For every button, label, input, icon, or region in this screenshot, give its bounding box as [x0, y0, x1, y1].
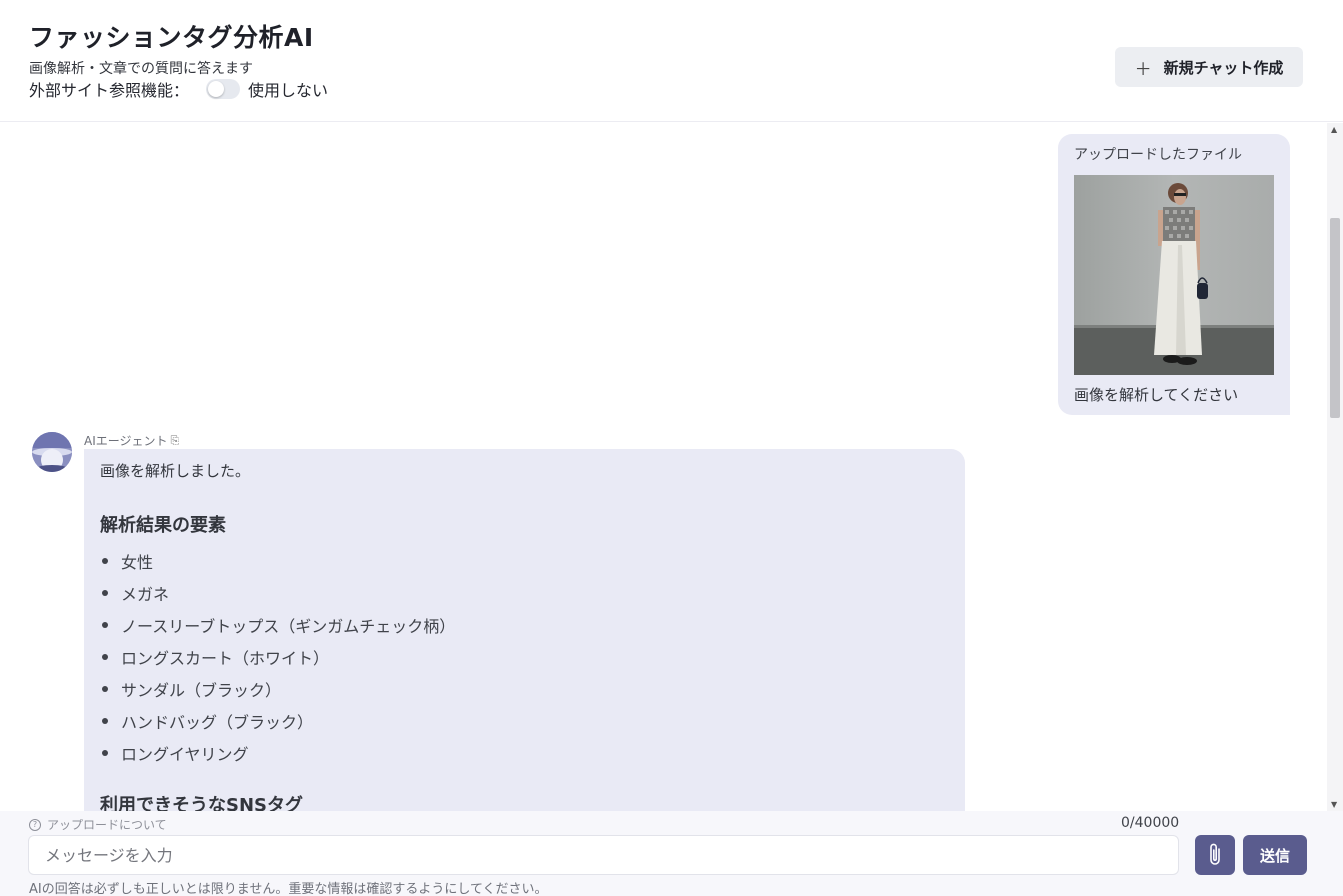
uploaded-image-photo: [1074, 175, 1274, 375]
list-item-text: ノースリーブトップス（ギンガムチェック柄）: [121, 617, 456, 636]
list-item-text: 女性: [121, 553, 154, 572]
list-item: ロングイヤリング: [100, 737, 455, 769]
list-item: ロングスカート（ホワイト）: [100, 641, 455, 673]
paperclip-icon: [1210, 843, 1220, 865]
agent-name: AIエージェント ⎘: [84, 432, 179, 449]
new-chat-button[interactable]: ＋ 新規チャット作成: [1115, 47, 1303, 87]
user-message-text: 画像を解析してください: [1074, 386, 1239, 404]
ai-message: 画像を解析しました。 解析結果の要素 女性 メガネ ノースリーブトップス（ギンガ…: [84, 449, 965, 811]
user-message: アップロードしたファイル 画像を解析してください: [1058, 134, 1290, 415]
ai-message-intro: 画像を解析しました。: [100, 462, 251, 480]
agent-avatar-image: [32, 432, 72, 472]
app-subtitle: 画像解析・文章での質問に答えます: [29, 61, 253, 77]
app-header: ファッションタグ分析AI 画像解析・文章での質問に答えます 外部サイト参照機能：…: [0, 0, 1343, 122]
list-item: ノースリーブトップス（ギンガムチェック柄）: [100, 609, 455, 641]
list-item-text: ロングイヤリング: [121, 745, 249, 764]
bullet-icon: [102, 622, 108, 628]
list-item-text: メガネ: [121, 585, 170, 604]
app-title: ファッションタグ分析AI: [29, 23, 314, 52]
scroll-up-icon[interactable]: ▲: [1331, 125, 1337, 134]
elements-heading: 解析結果の要素: [100, 515, 226, 536]
scroll-thumb[interactable]: [1330, 218, 1340, 418]
list-item-text: サンダル（ブラック）: [121, 681, 282, 700]
agent-avatar: [32, 432, 72, 472]
bullet-icon: [102, 590, 108, 596]
list-item: 女性: [100, 545, 455, 577]
uploaded-file-label: アップロードしたファイル: [1074, 147, 1242, 163]
list-item: サンダル（ブラック）: [100, 673, 455, 705]
new-chat-label: 新規チャット作成: [1163, 58, 1284, 77]
input-area: ? アップロードについて 0/40000 送信 AIの回答は必ずしも正しいとは限…: [0, 811, 1343, 896]
chat-area: アップロードしたファイル 画像を解析してください AIエージェント ⎘ 画像を解…: [0, 123, 1327, 811]
bullet-icon: [102, 750, 108, 756]
list-item-text: ロングスカート（ホワイト）: [121, 649, 330, 668]
attach-button[interactable]: [1195, 835, 1235, 875]
agent-icon: ⎘: [170, 433, 180, 447]
external-site-toggle[interactable]: [206, 79, 241, 99]
chat-scrollbar[interactable]: ▲ ▼: [1327, 123, 1343, 811]
external-site-setting: 外部サイト参照機能： 使用しない: [29, 78, 328, 100]
disclaimer: AIの回答は必ずしも正しいとは限りません。重要な情報は確認するようにしてください…: [29, 882, 548, 896]
elements-list: 女性 メガネ ノースリーブトップス（ギンガムチェック柄） ロングスカート（ホワイ…: [100, 545, 455, 769]
sns-tags-heading: 利用できそうなSNSタグ: [100, 795, 303, 811]
scroll-down-icon[interactable]: ▼: [1331, 800, 1337, 809]
upload-about-link[interactable]: ? アップロードについて: [29, 816, 167, 833]
list-item: メガネ: [100, 577, 455, 609]
agent-name-label: AIエージェント: [84, 434, 168, 448]
external-site-label: 外部サイト参照機能：: [29, 81, 190, 100]
upload-about-label: アップロードについて: [47, 818, 167, 832]
bullet-icon: [102, 558, 108, 564]
char-count: 0/40000: [1121, 815, 1180, 831]
list-item-text: ハンドバッグ（ブラック）: [121, 713, 314, 732]
bullet-icon: [102, 686, 108, 692]
external-site-state: 使用しない: [248, 81, 329, 100]
send-button[interactable]: 送信: [1243, 835, 1307, 875]
bullet-icon: [102, 654, 108, 660]
plus-icon: ＋: [1134, 59, 1152, 80]
list-item: ハンドバッグ（ブラック）: [100, 705, 455, 737]
uploaded-image[interactable]: [1074, 175, 1274, 375]
toggle-knob: [208, 81, 225, 97]
help-icon: ?: [29, 818, 41, 831]
message-input[interactable]: [28, 835, 1179, 875]
bullet-icon: [102, 718, 108, 724]
